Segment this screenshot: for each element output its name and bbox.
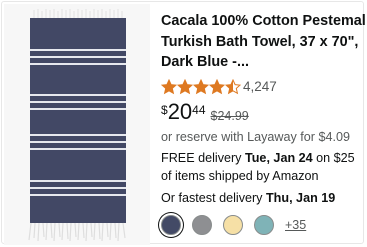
star-icon bbox=[225, 78, 241, 94]
list-price: $24.99 bbox=[210, 108, 249, 123]
towel-image bbox=[28, 9, 126, 242]
color-swatches: +35 bbox=[161, 214, 366, 235]
product-title-link[interactable]: Cacala 100% Cotton Pestemal Turkish Bath… bbox=[161, 11, 366, 73]
price-fraction: 44 bbox=[192, 102, 206, 117]
color-swatch[interactable] bbox=[223, 214, 243, 235]
product-info: Cacala 100% Cotton Pestemal Turkish Bath… bbox=[161, 11, 366, 235]
star-icon bbox=[193, 78, 209, 94]
delivery-date: Tue, Jan 24 bbox=[244, 150, 313, 165]
price-symbol: $ bbox=[161, 102, 168, 117]
star-rating[interactable] bbox=[161, 78, 241, 95]
fastest-prefix: Or fastest delivery bbox=[161, 190, 266, 205]
color-swatch[interactable] bbox=[161, 214, 181, 235]
layaway-text: or reserve with Layaway for $4.09 bbox=[161, 129, 350, 144]
more-colors-link[interactable]: +35 bbox=[285, 218, 306, 232]
free-delivery-text: FREE delivery Tue, Jan 24 on $25 of item… bbox=[161, 149, 366, 185]
product-title-line: Dark Blue -... bbox=[161, 54, 249, 70]
rating-row: 4,247 bbox=[161, 77, 366, 97]
product-card[interactable]: Cacala 100% Cotton Pestemal Turkish Bath… bbox=[1, 1, 366, 245]
color-swatch[interactable] bbox=[192, 214, 212, 235]
price-whole: 20 bbox=[167, 98, 193, 124]
product-title-line: Turkish Bath Towel, 37 x 70", bbox=[161, 33, 359, 50]
product-title-line: Cacala 100% Cotton Pestemal bbox=[161, 13, 366, 29]
price[interactable]: $ 20 44 $24.99 bbox=[161, 98, 366, 128]
delivery-prefix: FREE delivery bbox=[161, 150, 245, 165]
fastest-delivery-text: Or fastest delivery Thu, Jan 19 bbox=[161, 189, 366, 207]
star-icon bbox=[177, 78, 193, 94]
star-icon bbox=[209, 78, 225, 94]
product-image[interactable] bbox=[4, 4, 150, 245]
star-icon bbox=[161, 78, 177, 94]
color-swatch[interactable] bbox=[254, 214, 274, 235]
fastest-date: Thu, Jan 19 bbox=[265, 190, 336, 205]
rating-count-link[interactable]: 4,247 bbox=[243, 79, 277, 94]
